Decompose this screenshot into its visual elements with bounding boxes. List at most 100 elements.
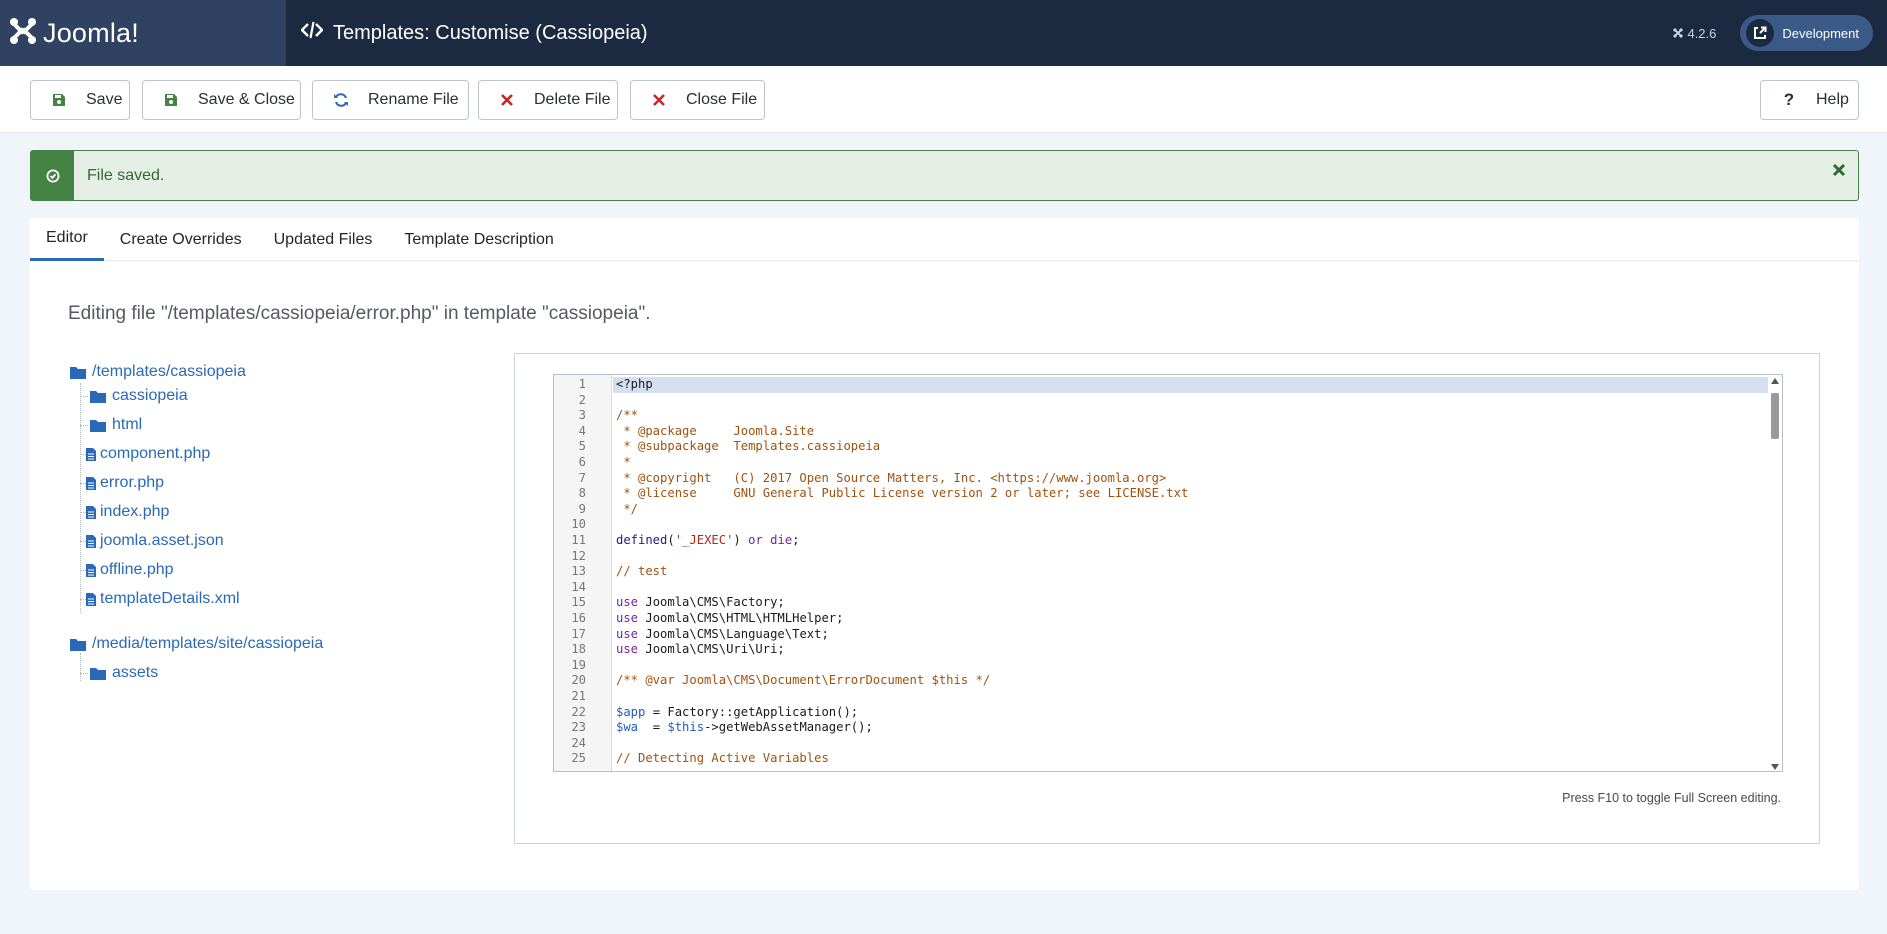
code-line[interactable]: $wa = $this->getWebAssetManager(); bbox=[616, 720, 873, 736]
folder-icon bbox=[70, 366, 86, 379]
tree-folder-cassiopeia[interactable]: cassiopeia bbox=[90, 387, 188, 405]
tab-create-overrides[interactable]: Create Overrides bbox=[104, 218, 258, 261]
rename-file-button[interactable]: Rename File bbox=[312, 80, 469, 120]
joomla-logo[interactable]: Joomla! bbox=[0, 0, 286, 66]
line-number: 3 bbox=[578, 408, 586, 423]
code-line[interactable]: * @package Joomla.Site bbox=[616, 424, 814, 440]
line-number: 9 bbox=[578, 501, 586, 516]
tree-label: error.php bbox=[100, 474, 165, 491]
active-line-highlight bbox=[613, 377, 1768, 393]
code-line[interactable]: * @subpackage Templates.cassiopeia bbox=[616, 439, 880, 455]
tree-label: /media/templates/site/cassiopeia bbox=[92, 635, 324, 652]
code-line[interactable]: // test bbox=[616, 564, 667, 580]
tree-label: templateDetails.xml bbox=[100, 590, 240, 607]
tree-file-index-php[interactable]: index.php bbox=[86, 503, 169, 521]
tree-label: joomla.asset.json bbox=[100, 532, 224, 549]
code-line[interactable]: $app = Factory::getApplication(); bbox=[616, 705, 858, 721]
line-number: 20 bbox=[571, 673, 586, 688]
delete-file-label: Delete File bbox=[534, 91, 611, 108]
version-text: 4.2.6 bbox=[1687, 25, 1717, 41]
code-line[interactable]: * @license GNU General Public License ve… bbox=[616, 486, 1188, 502]
code-line[interactable]: */ bbox=[616, 502, 638, 518]
tree-file-joomla-asset-json[interactable]: joomla.asset.json bbox=[86, 532, 224, 550]
line-number: 23 bbox=[571, 720, 586, 735]
line-number: 18 bbox=[571, 642, 586, 657]
save-icon bbox=[161, 93, 181, 107]
tree-label: html bbox=[112, 416, 143, 433]
joomla-logo-icon bbox=[9, 17, 37, 50]
alert-close-icon[interactable] bbox=[1832, 163, 1846, 182]
code-line[interactable]: defined('_JEXEC') or die; bbox=[616, 533, 800, 549]
tree-file-templatedetails-xml[interactable]: templateDetails.xml bbox=[86, 590, 240, 608]
code-line[interactable]: * bbox=[616, 455, 630, 471]
site-link-label: Development bbox=[1782, 25, 1859, 41]
tree-label: /templates/cassiopeia bbox=[92, 363, 246, 380]
file-icon bbox=[86, 534, 96, 548]
line-number: 16 bbox=[571, 611, 586, 625]
line-number: 11 bbox=[571, 533, 586, 547]
code-line[interactable]: <?php bbox=[616, 377, 653, 393]
line-number: 25 bbox=[571, 751, 586, 766]
tab-editor[interactable]: Editor bbox=[30, 218, 104, 261]
tree-file-component-php[interactable]: component.php bbox=[86, 445, 210, 463]
save-button[interactable]: Save bbox=[30, 80, 130, 120]
code-line[interactable]: /** @var Joomla\CMS\Document\ErrorDocume… bbox=[616, 673, 990, 689]
close-icon bbox=[649, 94, 669, 106]
save-close-button[interactable]: Save & Close bbox=[142, 80, 301, 120]
tree-label: assets bbox=[112, 664, 159, 681]
line-number: 2 bbox=[578, 392, 586, 407]
file-icon bbox=[86, 476, 96, 490]
tree-file-offline-php[interactable]: offline.php bbox=[86, 561, 174, 579]
folder-icon bbox=[90, 390, 106, 403]
fullscreen-hint: Press F10 to toggle Full Screen editing. bbox=[1562, 791, 1781, 805]
editor-scrollbar[interactable] bbox=[1768, 375, 1782, 771]
line-number: 8 bbox=[578, 486, 586, 501]
code-line[interactable]: * @copyright (C) 2017 Open Source Matter… bbox=[616, 471, 1166, 487]
line-number: 4 bbox=[578, 423, 586, 438]
save-icon bbox=[49, 93, 69, 107]
tree-file-error-php[interactable]: error.php bbox=[86, 474, 164, 492]
line-number: 5 bbox=[578, 439, 586, 454]
delete-file-button[interactable]: Delete File bbox=[478, 80, 618, 120]
tab-updated-files[interactable]: Updated Files bbox=[258, 218, 389, 261]
code-line[interactable]: /** bbox=[616, 408, 638, 424]
joomla-brand-text: Joomla! bbox=[43, 17, 139, 48]
tree-label: component.php bbox=[100, 445, 211, 462]
line-number: 19 bbox=[571, 657, 586, 672]
code-line[interactable]: use Joomla\CMS\Uri\Uri; bbox=[616, 642, 785, 658]
scroll-thumb[interactable] bbox=[1771, 393, 1779, 439]
scroll-down-icon bbox=[1771, 764, 1779, 770]
save-label: Save bbox=[86, 91, 123, 108]
folder-icon bbox=[90, 419, 106, 432]
file-icon bbox=[86, 592, 96, 606]
code-line[interactable]: use Joomla\CMS\Factory; bbox=[616, 595, 785, 611]
toolbar: Save Save & Close Rename File Delete Fil… bbox=[0, 66, 1887, 133]
check-circle-icon bbox=[31, 151, 74, 200]
tree-label: cassiopeia bbox=[112, 387, 188, 404]
top-header: Joomla! Templates: Customise (Cassiopeia… bbox=[0, 0, 1887, 66]
site-link-button[interactable]: Development bbox=[1740, 15, 1873, 51]
file-icon bbox=[86, 563, 96, 577]
tree-label: index.php bbox=[100, 503, 170, 520]
code-line[interactable]: use Joomla\CMS\HTML\HTMLHelper; bbox=[616, 611, 843, 627]
code-editor[interactable]: 1 <?php 2 3 /** 4 * @package Joomla.Site 5 * @… bbox=[553, 374, 1783, 772]
help-button[interactable]: ? Help bbox=[1760, 80, 1859, 120]
rename-file-label: Rename File bbox=[368, 91, 459, 108]
tree-folder-templates-cassiopeia[interactable]: /templates/cassiopeia bbox=[70, 363, 246, 381]
folder-icon bbox=[70, 638, 86, 651]
tab-template-description[interactable]: Template Description bbox=[388, 218, 569, 261]
code-line[interactable]: use Joomla\CMS\Language\Text; bbox=[616, 627, 829, 643]
tree-folder-html[interactable]: html bbox=[90, 416, 142, 434]
line-number: 1 bbox=[578, 377, 586, 391]
close-file-label: Close File bbox=[686, 91, 758, 108]
line-number: 22 bbox=[571, 704, 586, 719]
save-close-label: Save & Close bbox=[198, 91, 295, 108]
tree-folder-assets[interactable]: assets bbox=[90, 664, 158, 682]
tree-folder-media-templates[interactable]: /media/templates/site/cassiopeia bbox=[70, 635, 323, 653]
editor-card: Editor Create Overrides Updated Files Te… bbox=[30, 218, 1859, 890]
line-number: 12 bbox=[571, 548, 586, 563]
tab-bar: Editor Create Overrides Updated Files Te… bbox=[30, 218, 1859, 261]
code-line[interactable]: // Detecting Active Variables bbox=[616, 751, 829, 767]
page-title-text: Templates: Customise (Cassiopeia) bbox=[333, 21, 648, 44]
close-file-button[interactable]: Close File bbox=[630, 80, 765, 120]
